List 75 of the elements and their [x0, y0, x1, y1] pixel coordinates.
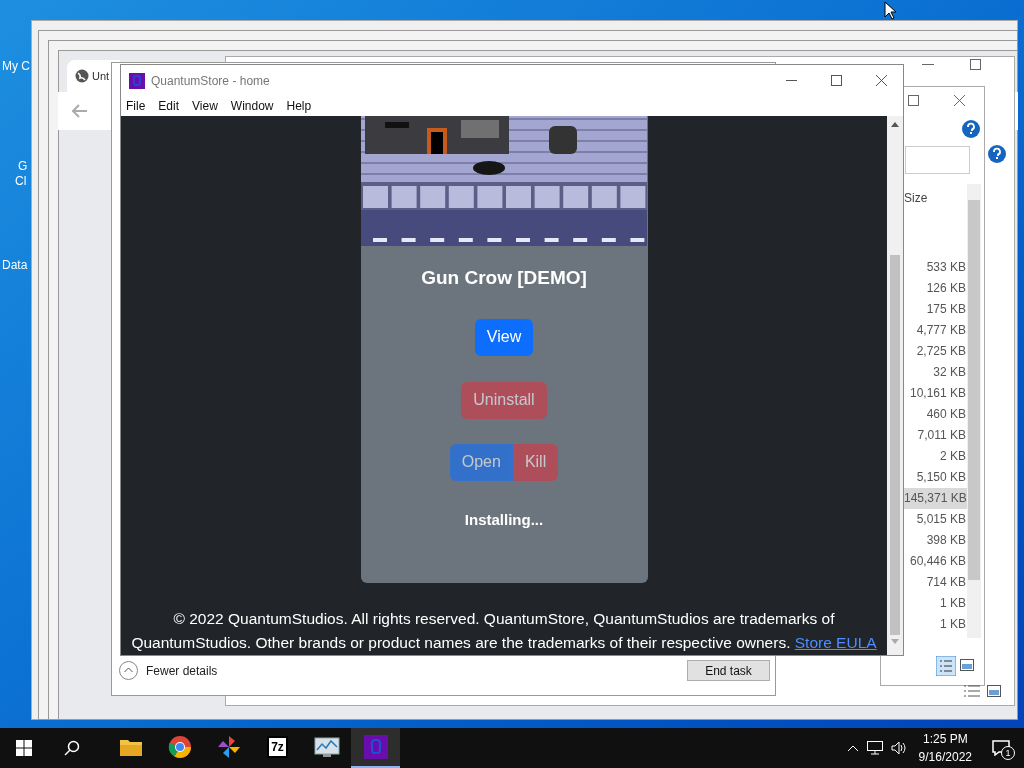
- app-icon: [129, 72, 145, 89]
- file-size-cell-text: 1 KB: [939, 595, 967, 612]
- file-size-cell-text: 2,725 KB: [915, 343, 967, 360]
- desktop-icon-label[interactable]: G: [18, 157, 28, 175]
- monitor-icon[interactable]: [313, 736, 340, 758]
- scrollbar-thumb[interactable]: [890, 255, 900, 635]
- clock-date[interactable]: 9/16/2022: [918, 748, 972, 766]
- pinwheel-icon[interactable]: [216, 735, 241, 759]
- file-size-cell-text: 5,150 KB: [915, 469, 967, 486]
- cursor-icon: [884, 1, 896, 20]
- file-size-cell-text: 533 KB: [925, 259, 967, 276]
- close-icon[interactable]: [876, 75, 887, 86]
- file-size-cell-text: 175 KB: [925, 301, 967, 318]
- search-icon[interactable]: [64, 740, 80, 756]
- details-view-icon[interactable]: [963, 684, 981, 698]
- window-title: QuantumStore - home: [151, 72, 270, 90]
- menu-item[interactable]: Edit: [158, 97, 180, 115]
- file-size-cell-text: 1 KB: [939, 616, 967, 633]
- network-icon[interactable]: [866, 741, 883, 755]
- footer-text: © 2022 QuantumStudios. All rights reserved. QuantumStore, QuantumStudios are trademarks of QuantumStudios. Other brands or product names are the trademarks of their respective owners. Store EULA: [130, 609, 878, 653]
- end-task-button[interactable]: End task: [687, 660, 770, 681]
- desktop-icon-label[interactable]: Cl: [15, 172, 27, 190]
- folder-icon[interactable]: [118, 737, 143, 757]
- menu-item[interactable]: File: [126, 97, 146, 115]
- windows-logo-icon[interactable]: [16, 740, 32, 756]
- minimize-icon[interactable]: [786, 79, 797, 82]
- taskbar-button[interactable]: [351, 728, 400, 768]
- file-size-cell-text: 2 KB: [939, 448, 967, 465]
- speaker-icon[interactable]: [890, 741, 907, 755]
- file-size-cell-text: 4,777 KB: [915, 322, 967, 339]
- help-icon[interactable]: [988, 145, 1006, 163]
- menu-item[interactable]: Help: [286, 97, 312, 115]
- tab-title: Unt: [92, 68, 110, 84]
- desktop-icon-label[interactable]: Data: [2, 256, 28, 274]
- column-header[interactable]: Size: [904, 189, 928, 207]
- chevron-up-icon: [119, 661, 138, 680]
- file-size-cell-text: 5,015 KB: [915, 511, 967, 528]
- file-size-cell-text: 60,446 KB: [908, 553, 967, 570]
- install-status: Installing...: [464, 509, 544, 530]
- scrollbar[interactable]: [887, 116, 903, 655]
- minimize-icon[interactable]: [922, 64, 934, 66]
- maximize-icon[interactable]: [970, 59, 981, 70]
- help-icon[interactable]: [962, 120, 980, 138]
- close-icon[interactable]: [954, 95, 965, 106]
- scroll-up-icon[interactable]: [891, 122, 899, 127]
- file-size-cell-text: 398 KB: [925, 532, 967, 549]
- game-title: Gun Crow [DEMO]: [421, 266, 587, 290]
- notification-badge: 1: [1001, 746, 1015, 760]
- file-size-cell-text: 32 KB: [932, 364, 967, 381]
- file-size-cell-text: 714 KB: [925, 574, 967, 591]
- menu-item[interactable]: Window: [230, 97, 274, 115]
- eula-link[interactable]: Store EULA: [794, 634, 877, 651]
- fewer-details-toggle[interactable]: Fewer details: [119, 661, 218, 680]
- taskbar-button[interactable]: 7z: [253, 728, 302, 768]
- globe-icon: [75, 69, 89, 83]
- desktop-icon-label[interactable]: My C: [2, 57, 30, 75]
- thumbnail-view-icon[interactable]: [987, 685, 1001, 697]
- maximize-icon[interactable]: [908, 95, 919, 106]
- scrollbar[interactable]: [967, 184, 981, 638]
- file-size-cell-text: 460 KB: [925, 406, 967, 423]
- file-size-cell: 145,371 KB: [904, 488, 967, 509]
- archiver-icon[interactable]: 7z: [267, 736, 288, 758]
- thumbnail-view-icon[interactable]: [960, 659, 974, 671]
- file-size-cell-text: 7,011 KB: [916, 427, 967, 444]
- file-size-cell-text: 126 KB: [925, 280, 967, 297]
- file-size-cell-text: 10,161 KB: [908, 385, 967, 402]
- browser-icon[interactable]: [167, 735, 192, 759]
- search-field[interactable]: [905, 146, 970, 174]
- notification-icon[interactable]: [992, 740, 1010, 756]
- view-button[interactable]: View: [474, 318, 534, 356]
- clock-time[interactable]: 1:25 PM: [922, 730, 968, 748]
- menu-item[interactable]: View: [192, 97, 218, 115]
- chevron-up-icon[interactable]: [846, 744, 859, 752]
- maximize-icon[interactable]: [831, 75, 842, 86]
- scrollbar-thumb[interactable]: [968, 200, 980, 580]
